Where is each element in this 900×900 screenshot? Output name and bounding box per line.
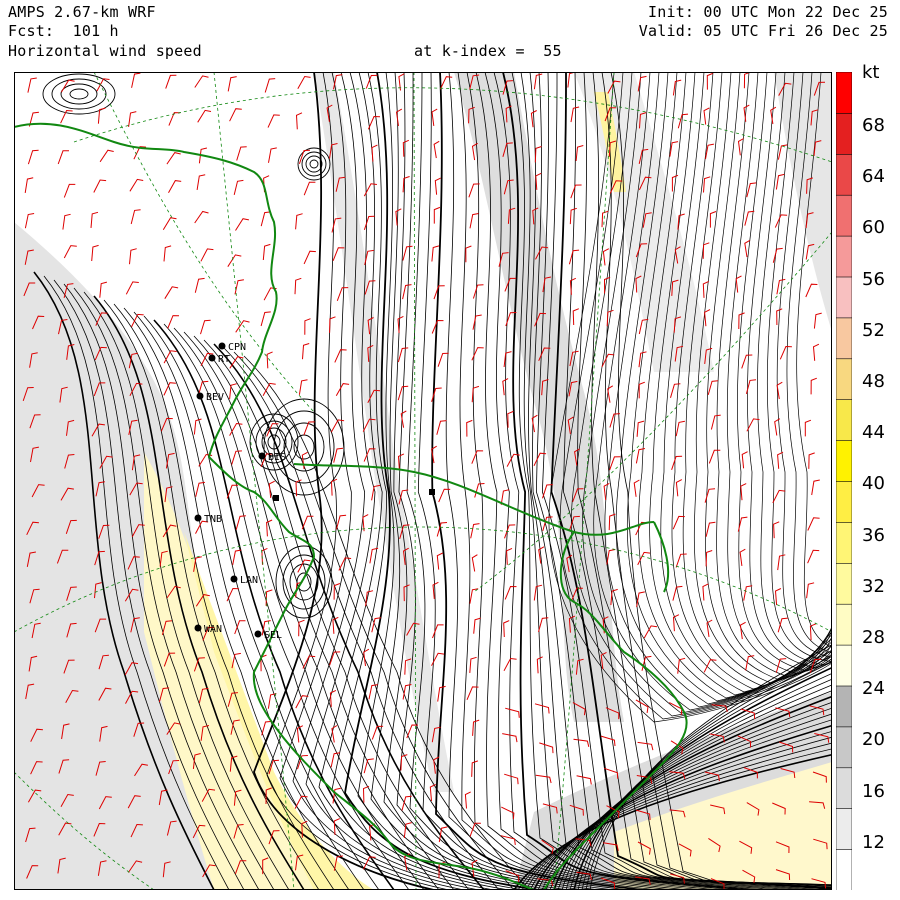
colorbar-tick-label: 44: [862, 422, 885, 444]
colorbar-tick-label: 40: [862, 473, 885, 495]
colorbar-tick-label: 52: [862, 319, 885, 341]
station-dot-icon: [194, 624, 202, 632]
colorbar-swatch: [836, 276, 852, 319]
colorbar-tick-label: 16: [862, 780, 885, 802]
colorbar-tick-label: 24: [862, 678, 885, 700]
station-dot-icon: [194, 514, 202, 522]
colorbar-swatch: [836, 72, 852, 114]
colorbar-swatch: [836, 153, 852, 196]
colorbar-swatch: [836, 848, 852, 890]
colorbar-tick-label: 28: [862, 627, 885, 648]
station-label: TNB: [204, 514, 222, 525]
level-label: at k-index = 55: [414, 42, 562, 60]
colorbar-tick-label: 64: [862, 166, 885, 188]
colorbar-swatch: [836, 807, 852, 850]
colorbar-tick-label: 60: [862, 217, 885, 239]
colorbar-swatch: [836, 603, 852, 646]
colorbar-swatch: [836, 644, 852, 687]
station-dot-icon: [230, 575, 238, 583]
colorbar-swatch: [836, 357, 852, 400]
station-square-icon: [273, 495, 279, 501]
colorbar-swatch: [836, 685, 852, 728]
colorbar-swatch: [836, 766, 852, 809]
colorbar-swatch: [836, 317, 852, 360]
colorbar-tick-label: 20: [862, 729, 885, 751]
colorbar-swatch: [836, 521, 852, 564]
colorbar-swatch: [836, 439, 852, 482]
colorbar-tick-label: 48: [862, 371, 885, 392]
station-label: BEV: [206, 392, 224, 403]
colorbar-swatch: [836, 480, 852, 523]
station-label: RT: [218, 354, 230, 365]
station-label: LAN: [240, 575, 258, 586]
colorbar-tick-label: 12: [862, 831, 885, 853]
colorbar-tick-label: 68: [862, 115, 885, 136]
colorbar-swatch: [836, 562, 852, 605]
wind-speed-map: CPNRT BEV BIS TNB LAN WAN SEL: [14, 72, 832, 890]
model-title: AMPS 2.67-km WRF: [8, 3, 156, 21]
init-time: Init: 00 UTC Mon 22 Dec 25: [648, 3, 888, 21]
colorbar-swatch: [836, 194, 852, 237]
station-dot-icon: [218, 342, 226, 350]
colorbar-swatch: [836, 398, 852, 441]
station-dot-icon: [208, 354, 216, 362]
colorbar-tick-label: 32: [862, 575, 885, 597]
field-name: Horizontal wind speed: [8, 42, 202, 60]
station-label: WAN: [204, 624, 222, 635]
station-label: SEL: [264, 630, 282, 641]
forecast-hour: Fcst: 101 h: [8, 22, 119, 40]
station-label: BIS: [268, 452, 286, 463]
station-square-icon: [429, 489, 435, 495]
colorbar: [836, 72, 852, 890]
valid-time: Valid: 05 UTC Fri 26 Dec 25: [638, 22, 888, 40]
station-dot-icon: [196, 392, 204, 400]
station-label: CPN: [228, 342, 246, 353]
colorbar-swatch: [836, 235, 852, 278]
station-dot-icon: [254, 630, 262, 638]
colorbar-tick-label: 56: [862, 268, 885, 290]
colorbar-swatch: [836, 726, 852, 769]
station-dot-icon: [258, 452, 266, 460]
colorbar-tick-label: 36: [862, 524, 885, 546]
colorbar-unit: kt: [862, 62, 880, 83]
colorbar-swatch: [836, 112, 852, 155]
